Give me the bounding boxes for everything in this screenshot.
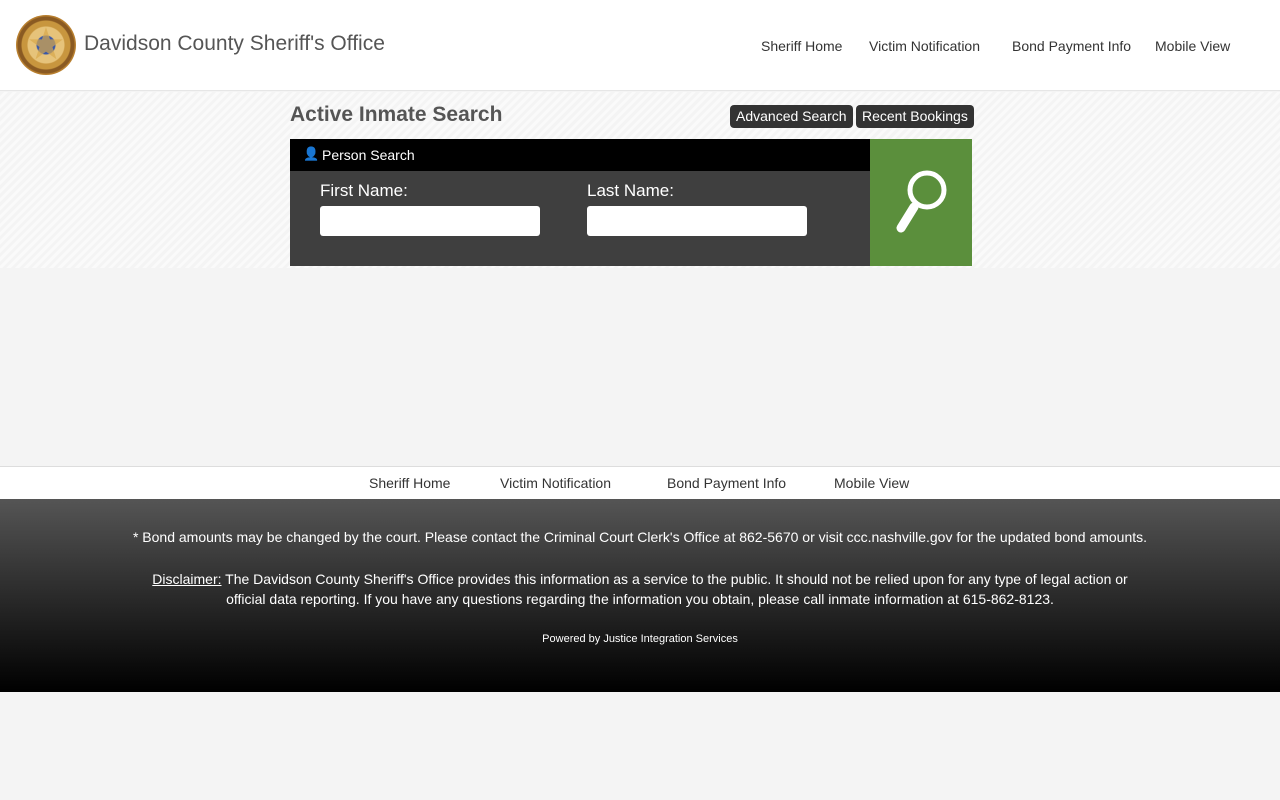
person-icon: 👤	[303, 146, 320, 161]
footer-nav-victim-notification[interactable]: Victim Notification	[500, 475, 611, 491]
bond-note: * Bond amounts may be changed by the cou…	[132, 529, 1148, 545]
last-name-label: Last Name:	[587, 181, 674, 200]
site-title[interactable]: Davidson County Sheriff's Office	[84, 32, 385, 56]
footer: * Bond amounts may be changed by the cou…	[0, 499, 1280, 692]
person-search-header: 👤 Person Search	[290, 139, 870, 171]
person-search-form: First Name: Last Name:	[290, 171, 870, 266]
search-button[interactable]	[870, 139, 972, 266]
disclaimer-text: The Davidson County Sheriff's Office pro…	[221, 571, 1128, 607]
header: ★ Davidson County Sheriff's Office Sheri…	[0, 0, 1280, 91]
last-name-input[interactable]	[587, 206, 807, 236]
disclaimer: Disclaimer: The Davidson County Sheriff'…	[135, 569, 1145, 609]
powered-by: Powered by Justice Integration Services	[542, 633, 738, 645]
nav-victim-notification[interactable]: Victim Notification	[869, 38, 980, 54]
nav-mobile-view[interactable]: Mobile View	[1155, 38, 1230, 54]
panel-title: Person Search	[322, 147, 415, 163]
page-title: Active Inmate Search	[290, 103, 503, 126]
magnifier-icon	[896, 170, 947, 233]
first-name-input[interactable]	[320, 206, 540, 236]
nav-bond-payment-info[interactable]: Bond Payment Info	[1012, 38, 1131, 54]
footer-nav-bond-payment-info[interactable]: Bond Payment Info	[667, 475, 786, 491]
disclaimer-label: Disclaimer:	[152, 571, 222, 587]
sheriff-badge-logo[interactable]: ★	[16, 15, 76, 75]
nav-sheriff-home[interactable]: Sheriff Home	[761, 38, 842, 54]
footer-nav-mobile-view[interactable]: Mobile View	[834, 475, 909, 491]
recent-bookings-button[interactable]: Recent Bookings	[856, 105, 974, 128]
star-icon: ★	[26, 20, 66, 69]
advanced-search-button[interactable]: Advanced Search	[730, 105, 853, 128]
footer-nav: Sheriff Home Victim Notification Bond Pa…	[0, 466, 1280, 499]
first-name-label: First Name:	[320, 181, 408, 200]
footer-nav-sheriff-home[interactable]: Sheriff Home	[369, 475, 450, 491]
